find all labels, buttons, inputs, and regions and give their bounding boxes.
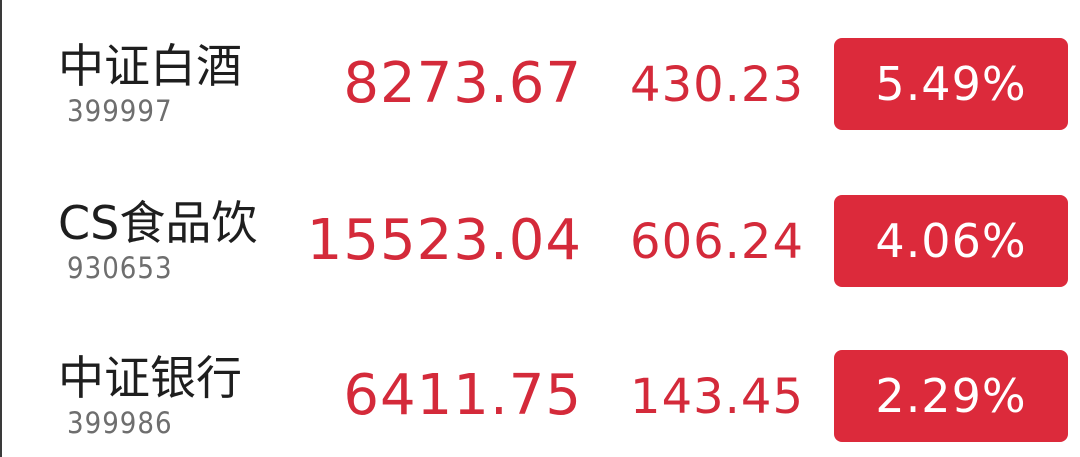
index-code: 399997: [67, 94, 173, 128]
index-code: 930653: [67, 251, 173, 285]
change-pct-badge[interactable]: 4.06%: [834, 195, 1068, 287]
index-price: 6411.75: [343, 363, 582, 428]
index-change: 606.24: [630, 214, 804, 270]
change-pct-text: 4.06%: [875, 214, 1027, 268]
list-item[interactable]: 中证白酒 399997 8273.67 430.23 5.49%: [2, 8, 1080, 148]
index-change: 430.23: [630, 57, 804, 113]
index-price: 15523.04: [306, 208, 582, 273]
index-code: 399986: [67, 406, 173, 440]
list-item[interactable]: 中证银行 399986 6411.75 143.45 2.29%: [2, 320, 1080, 457]
change-pct-badge[interactable]: 5.49%: [834, 38, 1068, 130]
change-pct-badge[interactable]: 2.29%: [834, 350, 1068, 442]
index-quote-list: 中证白酒 399997 8273.67 430.23 5.49% CS食品饮 9…: [0, 0, 1080, 457]
change-pct-text: 5.49%: [875, 57, 1027, 111]
index-change: 143.45: [630, 369, 804, 425]
index-name: 中证白酒: [58, 39, 242, 93]
change-pct-text: 2.29%: [875, 369, 1027, 423]
index-price: 8273.67: [343, 51, 582, 116]
index-name: 中证银行: [58, 351, 242, 405]
list-item[interactable]: CS食品饮 930653 15523.04 606.24 4.06%: [2, 165, 1080, 305]
index-name: CS食品饮: [58, 196, 258, 250]
